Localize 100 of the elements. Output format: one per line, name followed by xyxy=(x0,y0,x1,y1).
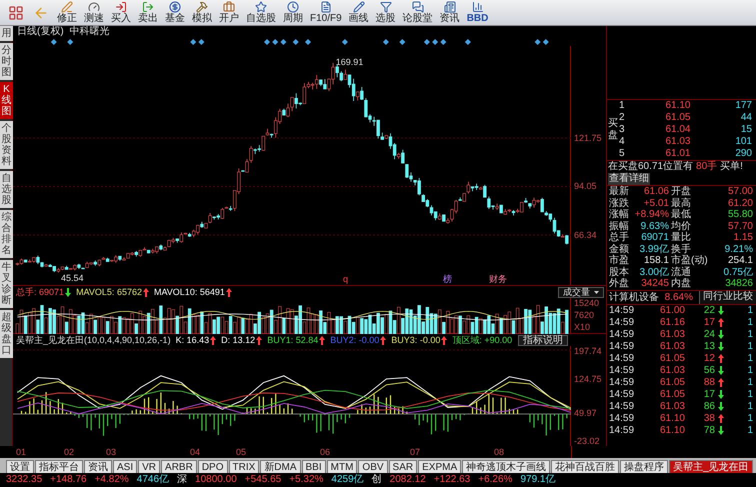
indicator-axis-label: -23.02 xyxy=(574,436,600,446)
toolbar-button[interactable]: 测速 xyxy=(81,0,107,25)
side-tab[interactable]: 个股资料 xyxy=(0,121,13,169)
details-link[interactable]: 查看详细 xyxy=(608,173,650,185)
tick-price: 61.03 xyxy=(658,340,685,352)
indicator-tab[interactable]: 操盘程序 xyxy=(620,460,668,473)
stat-value: 34826 xyxy=(724,278,753,290)
volume-axis-label: 15240 xyxy=(574,298,600,308)
price-axis-label: 121.75 xyxy=(574,133,602,143)
toolbar-button[interactable]: 买入 xyxy=(108,0,134,25)
indicator-tab[interactable]: 吴帮主_见龙在田 xyxy=(669,460,753,473)
toolbar-button[interactable]: 自选股 xyxy=(243,0,279,25)
indicator-dropdown[interactable]: 成交量 xyxy=(558,286,604,298)
tick-price: 61.05 xyxy=(658,388,685,400)
toolbar-button[interactable]: 画线 xyxy=(346,0,372,25)
toolbar-button[interactable]: 选股 xyxy=(372,0,399,25)
book-rank: 4 xyxy=(619,136,626,148)
toolbar-button[interactable]: 开户 xyxy=(216,0,242,25)
indicator-axis-label: 197.74 xyxy=(574,346,602,356)
toolbar-button[interactable]: 基金 xyxy=(162,0,188,25)
market-index-value: 4746亿 xyxy=(136,473,170,487)
toolbar-button[interactable]: 卖出 xyxy=(135,0,161,25)
tick-count-label: 1 xyxy=(746,328,754,340)
side-tab[interactable]: 综合排名 xyxy=(0,210,13,258)
tick-volume: 22 xyxy=(702,304,715,316)
stat-label: 量比 xyxy=(671,232,692,244)
compare-button[interactable]: 同行业比较 xyxy=(699,290,756,304)
tick-volume: 13 xyxy=(702,340,715,352)
stat-label: 换手 xyxy=(671,244,692,254)
market-index-value: +148.76 xyxy=(50,473,87,487)
indicator-tab[interactable]: VR xyxy=(138,460,160,473)
indicator-tab[interactable]: 神奇逃顶木子画线 xyxy=(462,460,550,473)
indicator-help-button[interactable]: 指标说明 xyxy=(518,334,568,346)
tick-volume: 12 xyxy=(702,352,715,364)
market-index-value: +6.26% xyxy=(478,473,512,487)
tick-volume: 17 xyxy=(702,316,715,328)
market-index-value: 深 xyxy=(177,473,188,487)
stat-value: 9.21% xyxy=(724,244,753,255)
high-price-label: 169.91 xyxy=(336,56,364,67)
indicator-tab[interactable]: OBV xyxy=(358,460,388,473)
stat-value: 57.00 xyxy=(726,186,753,198)
stat-value: 57.70 xyxy=(726,220,753,232)
sector-name: 计算机设备 xyxy=(609,290,659,304)
book-rank: 1 xyxy=(619,100,626,112)
stat-value: 0.75亿 xyxy=(722,266,753,278)
stat-label: 外盘 xyxy=(609,278,630,290)
coin-icon xyxy=(169,1,181,13)
date-axis-label: 05 xyxy=(236,447,246,457)
side-tab[interactable]: 牛叉诊断 xyxy=(0,260,13,308)
tick-volume: 17 xyxy=(702,388,715,400)
indicator-tab[interactable]: ARBR xyxy=(161,460,197,473)
indicator-tab[interactable]: ASI xyxy=(113,460,138,473)
side-tab[interactable]: 自选股 xyxy=(0,171,13,208)
bar-chart-icon xyxy=(472,1,484,13)
toolbar-button[interactable]: 论股堂 xyxy=(400,0,436,25)
tick-time: 14:59 xyxy=(609,304,636,316)
tick-time: 14:59 xyxy=(609,400,636,412)
indicator-tab[interactable]: MTM xyxy=(326,460,358,473)
toolbar-button[interactable]: 修正 xyxy=(54,0,80,25)
tick-count-label: 1 xyxy=(746,388,754,400)
tick-time: 14:59 xyxy=(609,412,636,424)
indicator-tab[interactable]: EXPMA xyxy=(418,460,462,473)
book-price: 61.03 xyxy=(664,136,690,148)
toolbar-button[interactable]: 资讯 xyxy=(436,0,463,25)
indicator-tab[interactable]: SAR xyxy=(388,460,418,473)
book-volume: 101 xyxy=(734,136,752,148)
indicator-tab[interactable]: 资讯 xyxy=(84,460,112,473)
book-price: 61.04 xyxy=(664,124,690,136)
stat-value: 254.1 xyxy=(726,255,753,266)
toolbar-button[interactable]: 周期 xyxy=(280,0,306,25)
toolbar-button[interactable]: F10/F9 xyxy=(307,0,345,25)
event-tag[interactable]: 财务 xyxy=(489,274,507,284)
side-tab[interactable]: K线图 xyxy=(0,82,13,119)
tick-volume: 24 xyxy=(702,328,715,340)
event-tag[interactable]: q xyxy=(343,274,348,284)
date-axis-label: 07 xyxy=(410,447,420,457)
tick-price: 61.05 xyxy=(658,352,685,364)
tick-volume: 86 xyxy=(702,400,715,412)
book-rank: 5 xyxy=(619,148,626,160)
side-tab[interactable]: 分时图 xyxy=(0,43,13,80)
chat-icon xyxy=(412,1,424,13)
toolbar-button[interactable]: BBD xyxy=(464,0,492,25)
stat-label: 市盈(动) xyxy=(671,255,709,266)
tick-time: 14:59 xyxy=(609,352,636,364)
side-tab[interactable]: 用 xyxy=(0,26,13,41)
tick-volume: 56 xyxy=(702,364,715,376)
indicator-tab[interactable]: 指标平台 xyxy=(35,460,83,473)
indicator-tab[interactable]: 花神百战百胜 xyxy=(551,460,620,473)
indicator-axis-label: 124.75 xyxy=(574,374,602,384)
event-tag[interactable]: 榜 xyxy=(443,274,452,284)
indicator-tab[interactable]: DPO xyxy=(198,460,228,473)
stat-value: 9.63% xyxy=(640,220,670,232)
indicator-tab[interactable]: 设置 xyxy=(6,460,34,473)
indicator-tab[interactable]: BBI xyxy=(302,460,326,473)
toolbar-button[interactable]: 模拟 xyxy=(189,0,215,25)
side-tab[interactable]: 超级盘口 xyxy=(0,310,13,358)
indicator-tab[interactable]: TRIX xyxy=(228,460,260,473)
book-volume: 44 xyxy=(740,112,752,124)
arrow-out-icon xyxy=(142,1,154,13)
indicator-tab[interactable]: 新DMA xyxy=(260,460,301,473)
